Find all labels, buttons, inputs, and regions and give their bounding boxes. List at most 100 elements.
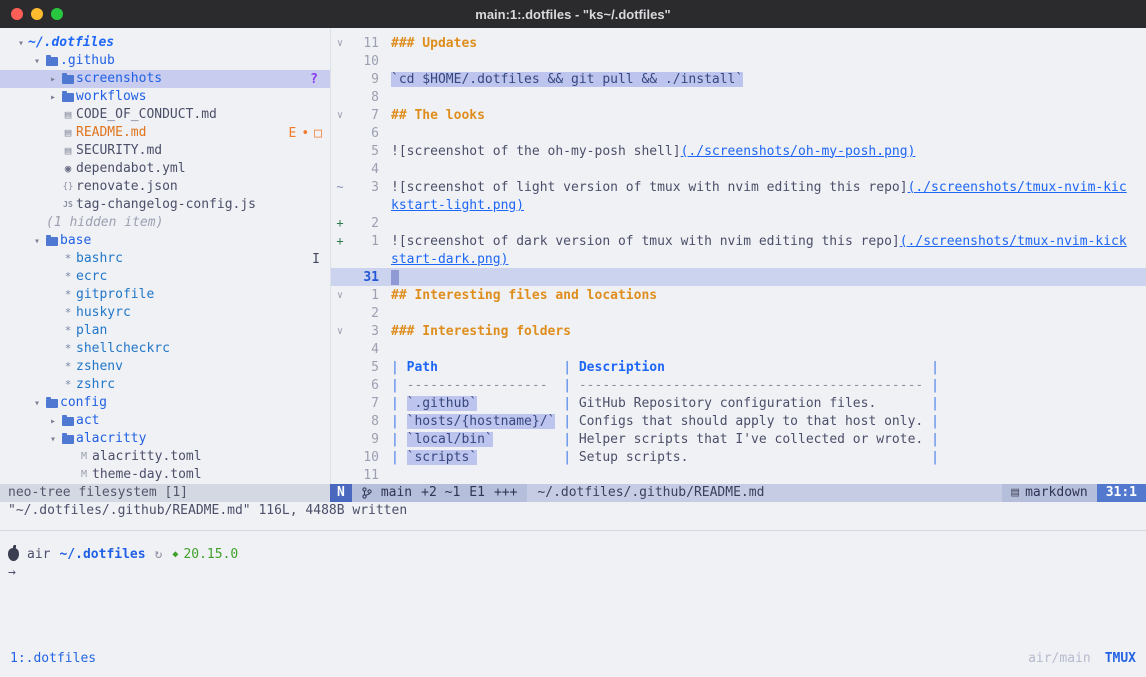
editor-line[interactable]: ∨3### Interesting folders [331,322,1146,340]
editor-line[interactable]: start-dark.png) [331,250,1146,268]
tmux-window-item[interactable]: 1:.dotfiles [10,651,96,666]
editor-line[interactable]: 31 [331,268,1146,286]
toml-file-icon: M [76,448,92,466]
chevron-down-icon[interactable]: ▾ [14,38,28,49]
line-segment: | [563,450,579,465]
editor-line[interactable]: 4 [331,160,1146,178]
tree-item-zshenv[interactable]: *zshenv [0,358,330,376]
tree-item-tag-changelog-config.js[interactable]: JStag-changelog-config.js [0,196,330,214]
editor-line[interactable]: 9| `local/bin` | Helper scripts that I'v… [331,430,1146,448]
line-segment: ------------------ [407,378,564,393]
editor-line[interactable]: 6 [331,124,1146,142]
line-segment: `.github` [407,396,477,411]
tree-item-bashrc[interactable]: *bashrcI [0,250,330,268]
line-segment: ![screenshot of dark version of tmux wit… [391,234,900,249]
editor-line[interactable]: 5![screenshot of the oh-my-posh shell](.… [331,142,1146,160]
editor-line[interactable]: +2 [331,214,1146,232]
editor-line[interactable]: 6| ------------------ | ----------------… [331,376,1146,394]
tree-item-zshrc[interactable]: *zshrc [0,376,330,394]
shell-pane[interactable]: air ~/.dotfiles ↻ ◆ 20.15.0 → [0,531,1146,581]
tree-item-plan[interactable]: *plan [0,322,330,340]
line-segment: ### Updates [391,36,477,51]
minimize-button[interactable] [31,8,43,20]
editor-line[interactable]: ∨11### Updates [331,34,1146,52]
line-number: 4 [349,342,379,357]
editor-buffer[interactable]: ∨11### Updates109`cd $HOME/.dotfiles && … [330,28,1146,484]
chevron-right-icon[interactable]: ▸ [46,416,60,427]
conf-file-icon: * [60,376,76,394]
tree-item-shellcheckrc[interactable]: *shellcheckrc [0,340,330,358]
line-segment: start-dark.png) [391,252,508,267]
tree-item-CODEOFCONDUCT.md[interactable]: ▤CODE_OF_CONDUCT.md [0,106,330,124]
md-file-icon: ▤ [60,142,76,160]
editor-line[interactable]: 10| `scripts` | Setup scripts. | [331,448,1146,466]
tree-item-SECURITY.md[interactable]: ▤SECURITY.md [0,142,330,160]
line-segment: Path [407,360,438,375]
tree-item-screenshots[interactable]: ▸screenshots? [0,70,330,88]
line-segment: Configs that should apply to that host o… [579,414,931,429]
line-text: | `.github` | GitHub Repository configur… [379,396,939,411]
editor-line[interactable]: 9`cd $HOME/.dotfiles && git pull && ./in… [331,70,1146,88]
chevron-right-icon[interactable]: ▸ [46,92,60,103]
tree-item-workflows[interactable]: ▸workflows [0,88,330,106]
line-segment: | [563,432,579,447]
tree-item-dependabot.yml[interactable]: ◉dependabot.yml [0,160,330,178]
tree-item-gitprofile[interactable]: *gitprofile [0,286,330,304]
editor-line[interactable]: ∨7## The looks [331,106,1146,124]
prompt-input-line[interactable]: → [8,563,1138,581]
line-segment: Description [579,360,665,375]
tree-item-huskyrc[interactable]: *huskyrc [0,304,330,322]
line-number: 31 [349,270,379,285]
tree-label: alacritty [76,430,146,448]
chevron-down-icon[interactable]: ▾ [30,236,44,247]
editor-line[interactable]: 8| `hosts/{hostname}/` | Configs that sh… [331,412,1146,430]
tree-label: .github [60,52,115,70]
tree-item-~.dotfiles[interactable]: ▾~/.dotfiles [0,34,330,52]
git-changed-sign: ~ [331,180,349,194]
tree-item-act[interactable]: ▸act [0,412,330,430]
chevron-down-icon[interactable]: ▾ [46,434,60,445]
tree-item-.github[interactable]: ▾ .github [0,52,330,70]
chevron-down-icon[interactable]: ▾ [30,398,44,409]
tree-item-README.md[interactable]: ▤README.mdE•□ [0,124,330,142]
diagnostic-error-badge: E [289,126,297,141]
line-segment: | [563,414,579,429]
chevron-down-icon[interactable]: ▾ [30,56,44,67]
editor-line[interactable]: 8 [331,88,1146,106]
neotree-sidebar[interactable]: ▾~/.dotfiles▾.github▸screenshots?▸workfl… [0,28,330,484]
line-text: | `local/bin` | Helper scripts that I've… [379,432,939,447]
git-segment: main +2 ~1 E1 +++ [352,484,528,502]
editor-line[interactable]: 4 [331,340,1146,358]
close-button[interactable] [11,8,23,20]
editor-line[interactable]: 7| `.github` | GitHub Repository configu… [331,394,1146,412]
tree-item-ecrc[interactable]: *ecrc [0,268,330,286]
line-segment: Setup scripts. [579,450,931,465]
tree-item-theme-day.toml[interactable]: Mtheme-day.toml [0,466,330,484]
line-segment: Helper scripts that I've collected or wr… [579,432,931,447]
apple-icon [8,548,19,561]
sync-icon: ↻ [155,547,163,562]
tree-item-alacritty[interactable]: ▾ alacritty [0,430,330,448]
editor-line[interactable]: +1![screenshot of dark version of tmux w… [331,232,1146,250]
editor-line[interactable]: 5| Path | Description | [331,358,1146,376]
git-branch: main [381,484,412,502]
zoom-button[interactable] [51,8,63,20]
tree-item-renovate.json[interactable]: {}renovate.json [0,178,330,196]
editor-line[interactable]: 10 [331,52,1146,70]
modified-dot-icon: • [301,126,309,141]
line-segment: | [391,414,407,429]
tree-item-config[interactable]: ▾config [0,394,330,412]
terminal-content: ▾~/.dotfiles▾.github▸screenshots?▸workfl… [0,28,1146,677]
json-file-icon: {} [60,178,76,196]
line-segment [477,396,563,411]
line-text: | `hosts/{hostname}/` | Configs that sho… [379,414,939,429]
editor-line[interactable]: kstart-light.png) [331,196,1146,214]
tree-item-alacritty.toml[interactable]: Malacritty.toml [0,448,330,466]
editor-line[interactable]: ~3![screenshot of light version of tmux … [331,178,1146,196]
editor-line[interactable]: 2 [331,304,1146,322]
editor-line[interactable]: 11 [331,466,1146,484]
chevron-right-icon[interactable]: ▸ [46,74,60,85]
editor-line[interactable]: ∨1## Interesting files and locations [331,286,1146,304]
tree-item-base[interactable]: ▾base [0,232,330,250]
line-number: 6 [349,126,379,141]
